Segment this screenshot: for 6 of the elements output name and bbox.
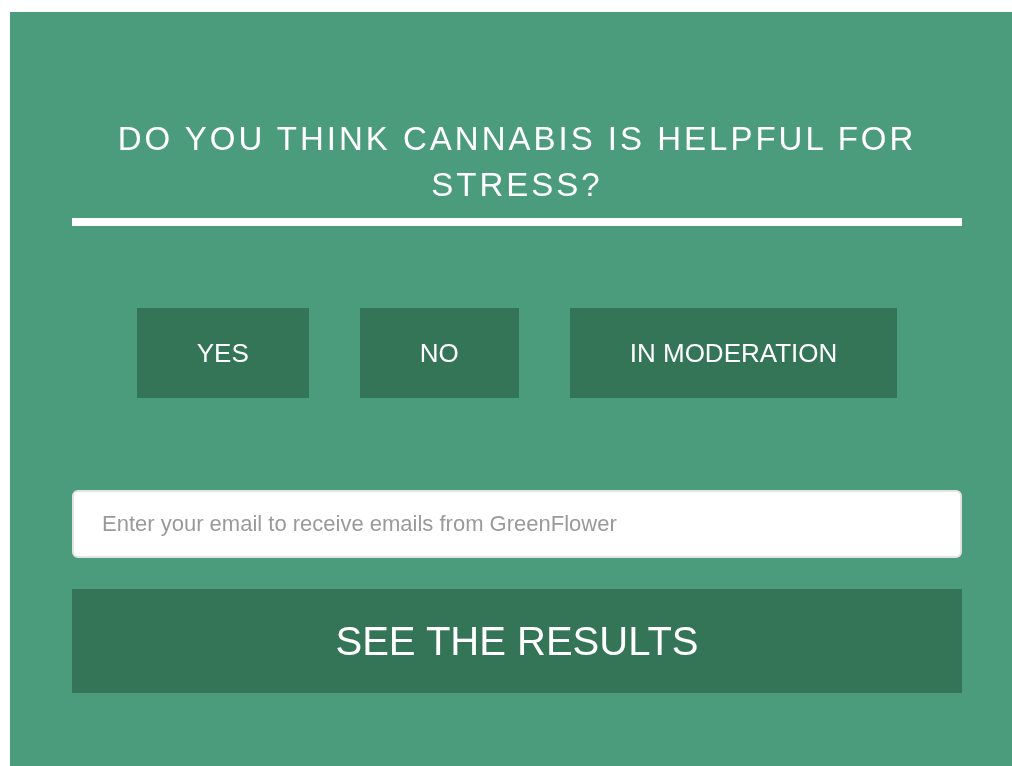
email-field[interactable]: Enter your email to receive emails from GreenFlower: [72, 490, 962, 558]
answer-button[interactable]: NO: [359, 308, 519, 398]
answer-button[interactable]: YES: [136, 308, 309, 398]
results-button[interactable]: SEE THE RESULTS: [72, 589, 962, 693]
answer-button[interactable]: IN MODERATION: [569, 308, 898, 398]
question-title: DO YOU THINK CANNABIS IS HELPFUL FOR STRESS?: [116, 119, 918, 205]
